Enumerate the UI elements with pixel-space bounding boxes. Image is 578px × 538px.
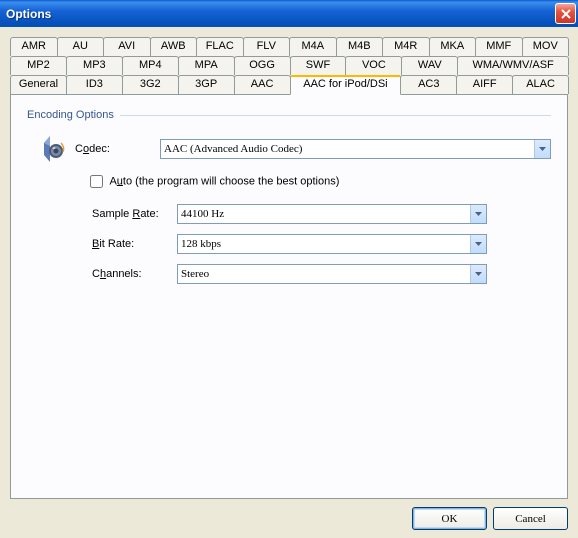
dropdown-button[interactable] xyxy=(470,235,486,253)
codec-label: Codec: xyxy=(75,143,160,155)
tab-avi[interactable]: AVI xyxy=(103,37,151,56)
tab-mmf[interactable]: MMF xyxy=(475,37,523,56)
tab-m4a[interactable]: M4A xyxy=(289,37,337,56)
tab-wav[interactable]: WAV xyxy=(401,56,458,75)
tab-mp3[interactable]: MP3 xyxy=(66,56,123,75)
samplerate-value: 44100 Hz xyxy=(181,208,224,220)
tab-mka[interactable]: MKA xyxy=(429,37,477,56)
tab-wma-wmv-asf[interactable]: WMA/WMV/ASF xyxy=(457,56,569,75)
tab-aac-for-ipod-dsi[interactable]: AAC for iPod/DSi xyxy=(290,75,402,95)
tab-ac3[interactable]: AC3 xyxy=(400,75,457,94)
channels-value: Stereo xyxy=(181,268,209,280)
tab-au[interactable]: AU xyxy=(57,37,105,56)
tab-aiff[interactable]: AIFF xyxy=(456,75,513,94)
tab-mp4[interactable]: MP4 xyxy=(122,56,179,75)
dropdown-button[interactable] xyxy=(470,205,486,223)
codec-select[interactable]: AAC (Advanced Audio Codec) xyxy=(160,139,551,159)
close-button[interactable] xyxy=(555,3,576,24)
chevron-down-icon xyxy=(539,147,546,151)
dropdown-button[interactable] xyxy=(470,265,486,283)
dialog-buttons: OK Cancel xyxy=(10,499,568,530)
tab-alac[interactable]: ALAC xyxy=(512,75,569,94)
tab-mpa[interactable]: MPA xyxy=(178,56,235,75)
tab-amr[interactable]: AMR xyxy=(10,37,58,56)
samplerate-label: Sample Rate: xyxy=(92,208,177,220)
auto-checkbox[interactable] xyxy=(90,175,103,188)
tab-swf[interactable]: SWF xyxy=(290,56,347,75)
dropdown-button[interactable] xyxy=(534,140,550,158)
close-icon xyxy=(561,9,571,19)
bitrate-select[interactable]: 128 kbps xyxy=(177,234,487,254)
window-body: AMRAUAVIAWBFLACFLVM4AM4BM4RMKAMMFMOV MP2… xyxy=(0,27,578,538)
chevron-down-icon xyxy=(475,242,482,246)
samplerate-select[interactable]: 44100 Hz xyxy=(177,204,487,224)
tab-general[interactable]: General xyxy=(10,75,67,94)
tab-m4b[interactable]: M4B xyxy=(336,37,384,56)
bitrate-label: Bit Rate: xyxy=(92,238,177,250)
tab-id3[interactable]: ID3 xyxy=(66,75,123,94)
group-encoding-options: Encoding Options xyxy=(27,109,551,121)
tab-aac[interactable]: AAC xyxy=(234,75,291,94)
audio-codec-icon xyxy=(35,133,67,165)
codec-value: AAC (Advanced Audio Codec) xyxy=(164,143,302,155)
auto-checkbox-label[interactable]: Auto (the program will choose the best o… xyxy=(90,175,339,188)
tab-3gp[interactable]: 3GP xyxy=(178,75,235,94)
bitrate-value: 128 kbps xyxy=(181,238,221,250)
tab-strip: AMRAUAVIAWBFLACFLVM4AM4BM4RMKAMMFMOV MP2… xyxy=(10,37,568,94)
tab-flv[interactable]: FLV xyxy=(243,37,291,56)
titlebar: Options xyxy=(0,0,578,27)
channels-label: Channels: xyxy=(92,268,177,280)
tab-panel: Encoding Options Codec: xyxy=(10,94,568,499)
tab-3g2[interactable]: 3G2 xyxy=(122,75,179,94)
window-title: Options xyxy=(6,7,555,21)
tab-voc[interactable]: VOC xyxy=(345,56,402,75)
tab-flac[interactable]: FLAC xyxy=(196,37,244,56)
channels-select[interactable]: Stereo xyxy=(177,264,487,284)
tab-m4r[interactable]: M4R xyxy=(382,37,430,56)
tab-awb[interactable]: AWB xyxy=(150,37,198,56)
chevron-down-icon xyxy=(475,212,482,216)
tab-mov[interactable]: MOV xyxy=(522,37,570,56)
ok-button[interactable]: OK xyxy=(412,507,487,530)
cancel-button[interactable]: Cancel xyxy=(493,507,568,530)
chevron-down-icon xyxy=(475,272,482,276)
tab-mp2[interactable]: MP2 xyxy=(10,56,67,75)
tab-ogg[interactable]: OGG xyxy=(234,56,291,75)
